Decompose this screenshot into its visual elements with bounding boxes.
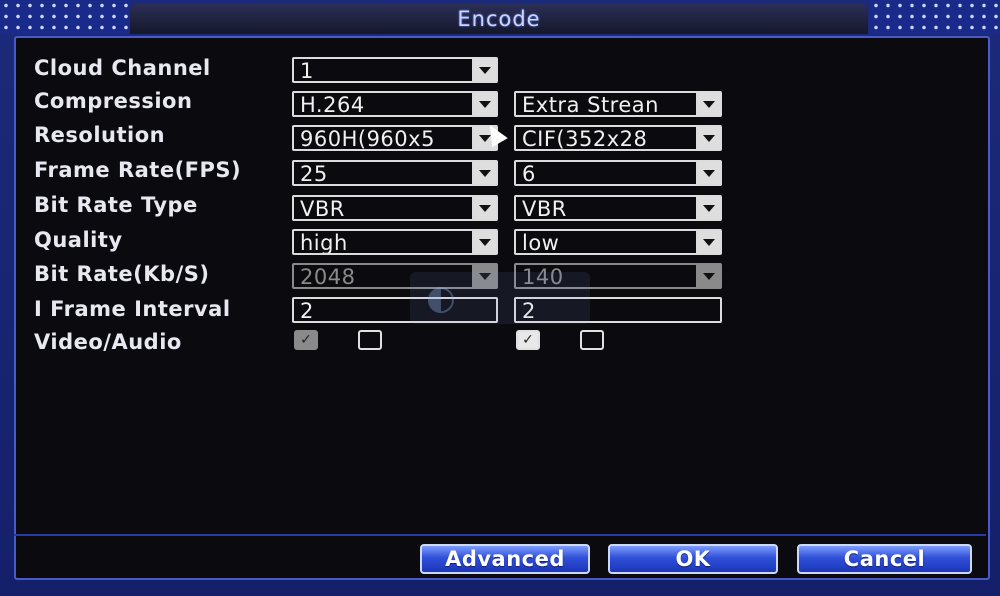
chevron-down-icon[interactable] [696,197,720,219]
extra-bit-rate-type-value: VBR [522,197,567,221]
extra-audio-checkbox[interactable] [580,330,604,350]
main-resolution-value: 960H(960x5 [300,127,435,151]
label-video-audio: Video/Audio [34,330,182,354]
extra-bit-rate-type-select[interactable]: VBR [514,195,722,221]
main-quality-select[interactable]: high [292,229,498,255]
extra-quality-value: low [522,231,560,255]
main-video-checkbox[interactable]: ✓ [294,330,318,350]
label-frame-rate: Frame Rate(FPS) [34,158,242,182]
channel-value: 1 [300,59,314,83]
label-i-frame-interval: I Frame Interval [34,297,231,321]
compression-select[interactable]: H.264 [292,91,498,117]
main-audio-checkbox[interactable] [358,330,382,350]
chevron-down-icon[interactable] [472,59,496,81]
channel-select[interactable]: 1 [292,57,498,83]
chevron-down-icon[interactable] [696,93,720,115]
extra-frame-rate-value: 6 [522,162,536,186]
extra-video-checkbox[interactable]: ✓ [516,330,540,350]
extra-resolution-value: CIF(352x28 [522,127,648,151]
chevron-down-icon[interactable] [696,162,720,184]
main-i-frame-interval-value: 2 [300,299,314,323]
decorative-dots-left [0,0,130,34]
window-title: Encode [130,4,868,34]
main-bit-rate-type-value: VBR [300,197,345,221]
ok-button[interactable]: OK [608,544,778,574]
chevron-down-icon[interactable] [472,93,496,115]
main-bit-rate-value: 2048 [300,265,356,289]
main-quality-value: high [300,231,348,255]
main-bit-rate-type-select[interactable]: VBR [292,195,498,221]
extra-quality-select[interactable]: low [514,229,722,255]
chevron-down-icon[interactable] [472,231,496,253]
chevron-down-icon [696,265,720,287]
main-frame-rate-value: 25 [300,162,328,186]
chevron-down-icon[interactable] [696,127,720,149]
main-frame-rate-select[interactable]: 25 [292,160,498,186]
label-cloud-channel: Cloud Channel [34,56,211,80]
extra-stream-value: Extra Strean [522,93,659,117]
chevron-down-icon[interactable] [472,162,496,184]
label-bit-rate-type: Bit Rate Type [34,193,198,217]
cancel-button[interactable]: Cancel [797,544,972,574]
label-bit-rate: Bit Rate(Kb/S) [34,262,210,286]
label-quality: Quality [34,228,123,252]
main-resolution-select[interactable]: 960H(960x5 [292,125,498,151]
advanced-button[interactable]: Advanced [420,544,590,574]
extra-stream-select[interactable]: Extra Strean [514,91,722,117]
chevron-down-icon[interactable] [696,231,720,253]
label-compression: Compression [34,89,193,113]
watermark-logo: ◐ [410,272,590,324]
extra-frame-rate-select[interactable]: 6 [514,160,722,186]
label-resolution: Resolution [34,123,166,147]
extra-resolution-select[interactable]: CIF(352x28 [514,125,722,151]
decorative-dots-right [870,0,1000,34]
compression-value: H.264 [300,93,365,117]
chevron-down-icon[interactable] [472,197,496,219]
